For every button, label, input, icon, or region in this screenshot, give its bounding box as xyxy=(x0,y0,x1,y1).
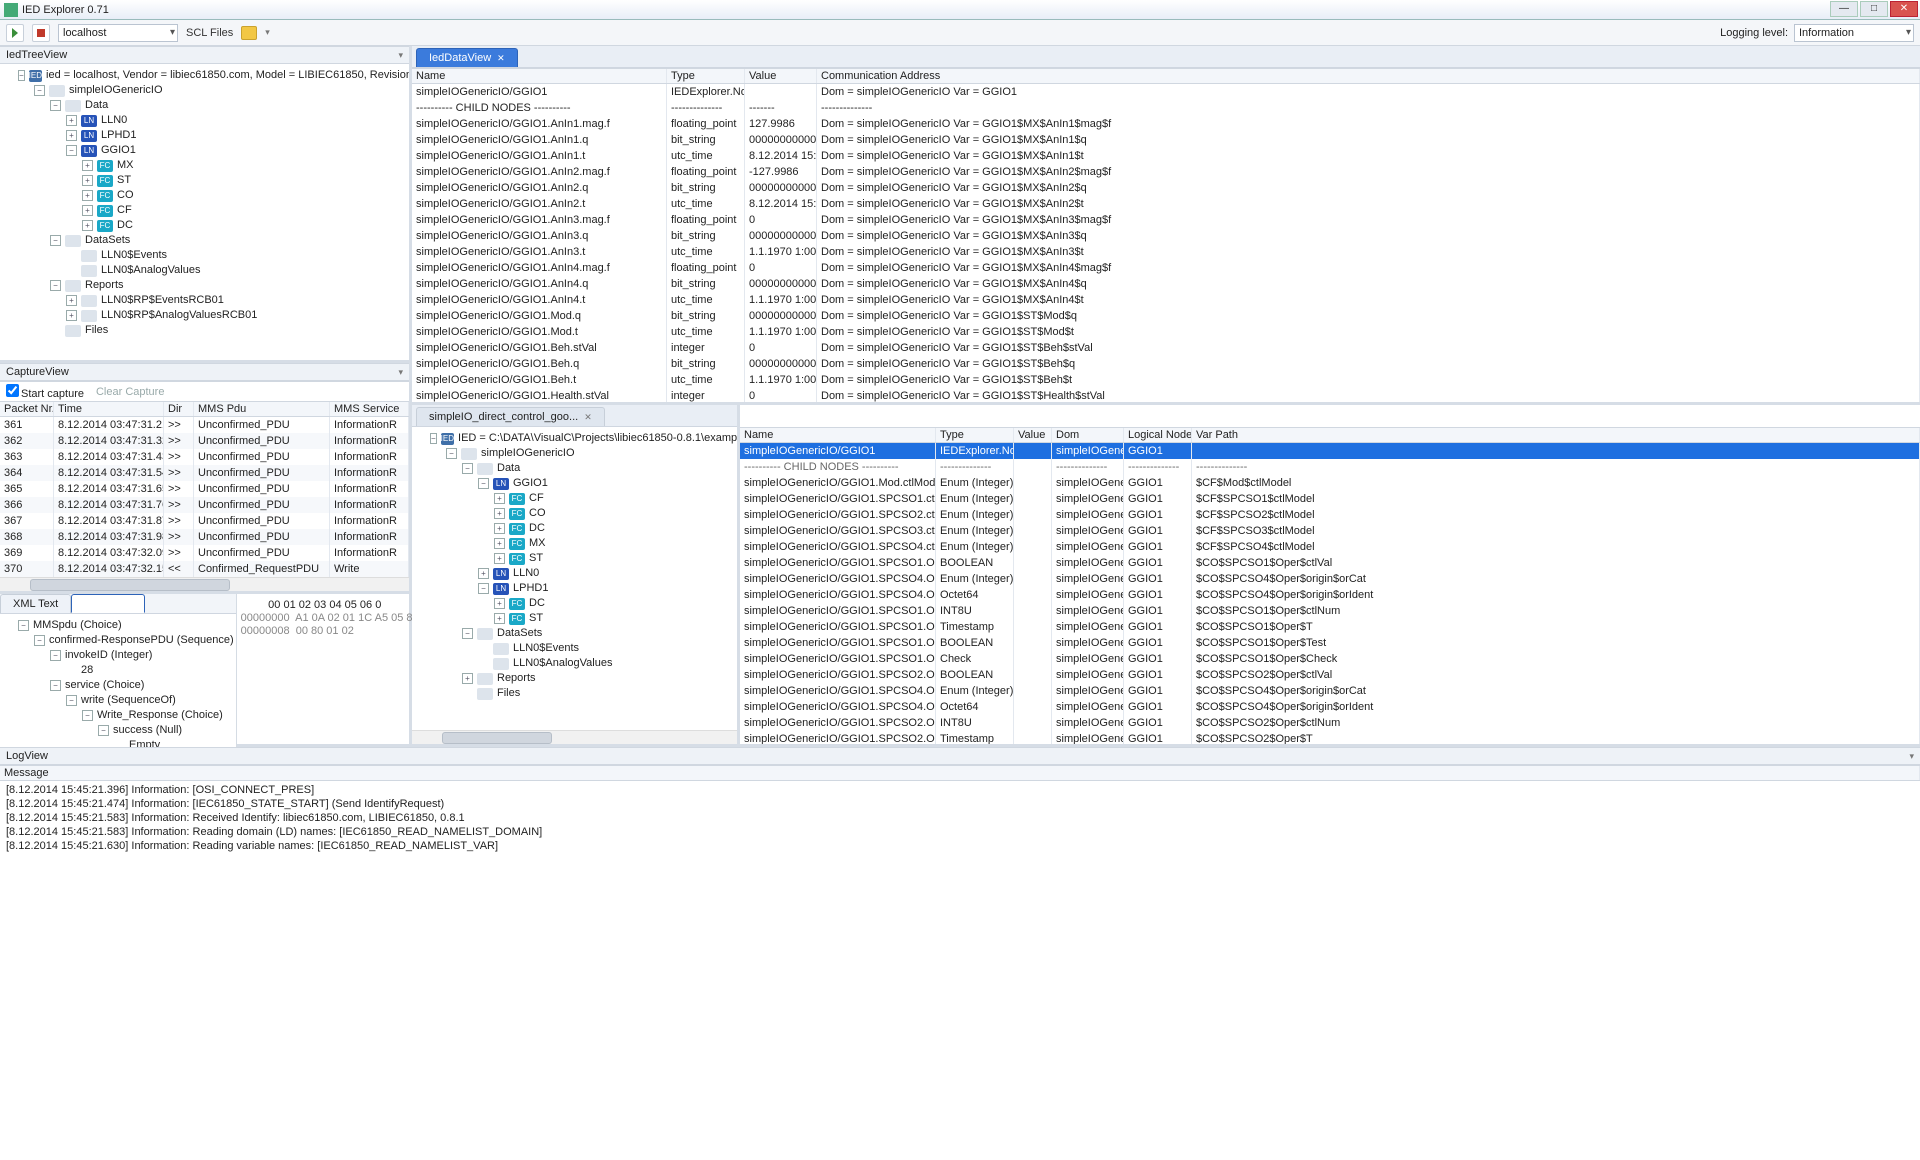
start-button[interactable] xyxy=(6,24,24,42)
scl-row[interactable]: simpleIOGenericIO/GGIO1.Mod.ctlModelEnum… xyxy=(740,475,1920,491)
scl-label: SCL Files xyxy=(186,27,233,39)
dataview-row[interactable]: simpleIOGenericIO/GGIO1.Beh.tutc_time1.1… xyxy=(412,372,1920,388)
scl-row[interactable]: simpleIOGenericIO/GGIO1.SPCSO2.ctlModelE… xyxy=(740,507,1920,523)
iedtree-title: IedTreeView▾ xyxy=(0,46,409,64)
hex-view: 00 01 02 03 04 05 06 0 00000000 A1 0A 02… xyxy=(237,594,417,763)
capture-row[interactable]: 3628.12.2014 03:47:31.328>>Unconfirmed_P… xyxy=(0,433,409,449)
scl-row[interactable]: simpleIOGenericIO/GGIO1.SPCSO1.Oper.ctlV… xyxy=(740,555,1920,571)
dataview-header: Name Type Value Communication Address xyxy=(412,68,1920,84)
xml-text-tab[interactable]: XML Text xyxy=(0,594,71,613)
maximize-button[interactable]: □ xyxy=(1860,1,1888,17)
scl-tab[interactable]: simpleIO_direct_control_goo...✕ xyxy=(416,407,605,426)
dropdown-icon[interactable]: ▾ xyxy=(265,27,270,38)
capture-row[interactable]: 3678.12.2014 03:47:31.874>>Unconfirmed_P… xyxy=(0,513,409,529)
dataview-row[interactable]: simpleIOGenericIO/GGIO1.AnIn1.tutc_time8… xyxy=(412,148,1920,164)
capture-hscroll[interactable] xyxy=(0,577,409,591)
dataview-row[interactable]: simpleIOGenericIO/GGIO1.AnIn1.qbit_strin… xyxy=(412,132,1920,148)
log-line: [8.12.2014 15:45:21.396] Information: [O… xyxy=(6,783,1914,797)
capture-row[interactable]: 3618.12.2014 03:47:31.219>>Unconfirmed_P… xyxy=(0,417,409,433)
scl-row[interactable]: simpleIOGenericIO/GGIO1.SPCSO1.Oper.ctlN… xyxy=(740,603,1920,619)
scl-tree-hscroll[interactable] xyxy=(412,730,737,744)
folder-icon[interactable] xyxy=(241,26,257,40)
log-line: [8.12.2014 15:45:21.583] Information: Re… xyxy=(6,825,1914,839)
xml-tree-tab[interactable]: XML Tree xyxy=(71,594,144,613)
dataview-row[interactable]: simpleIOGenericIO/GGIO1.Beh.stValinteger… xyxy=(412,340,1920,356)
stop-button[interactable] xyxy=(32,24,50,42)
minimize-button[interactable]: — xyxy=(1830,1,1858,17)
capture-row[interactable]: 3638.12.2014 03:47:31.437>>Unconfirmed_P… xyxy=(0,449,409,465)
capture-row[interactable]: 3698.12.2014 03:47:32.093>>Unconfirmed_P… xyxy=(0,545,409,561)
log-line: [8.12.2014 15:45:21.630] Information: Re… xyxy=(6,839,1914,853)
scl-row[interactable]: simpleIOGenericIO/GGIO1.SPCSO4.Oper.orig… xyxy=(740,699,1920,715)
clear-capture-button[interactable]: Clear Capture xyxy=(96,386,164,398)
dataview-row[interactable]: simpleIOGenericIO/GGIO1.Mod.tutc_time1.1… xyxy=(412,324,1920,340)
capture-grid[interactable]: 3618.12.2014 03:47:31.219>>Unconfirmed_P… xyxy=(0,417,409,577)
scl-grid[interactable]: ---------- CHILD NODES -----------------… xyxy=(740,459,1920,744)
stop-icon xyxy=(37,29,45,37)
scl-row[interactable]: simpleIOGenericIO/GGIO1.SPCSO2.Oper.TTim… xyxy=(740,731,1920,744)
dataview-row[interactable]: ---------- CHILD NODES -----------------… xyxy=(412,100,1920,116)
scl-grid-header: Name Type Value Dom Logical Node Var Pat… xyxy=(740,427,1920,443)
dataview-row[interactable]: simpleIOGenericIO/GGIO1.AnIn2.tutc_time8… xyxy=(412,196,1920,212)
logview-title: LogView▾ xyxy=(0,747,1920,765)
close-icon[interactable]: ✕ xyxy=(497,53,505,64)
capture-row[interactable]: 3688.12.2014 03:47:31.983>>Unconfirmed_P… xyxy=(0,529,409,545)
scl-row[interactable]: simpleIOGenericIO/GGIO1.SPCSO1.Oper.Chec… xyxy=(740,651,1920,667)
capture-row[interactable]: 3708.12.2014 03:47:32.155<<Confirmed_Req… xyxy=(0,561,409,577)
log-level-label: Logging level: xyxy=(1720,27,1788,39)
host-combo[interactable]: localhost xyxy=(58,24,178,42)
capture-title: CaptureView▾ xyxy=(0,363,409,381)
capture-row[interactable]: 3658.12.2014 03:47:31.656>>Unconfirmed_P… xyxy=(0,481,409,497)
capture-row[interactable]: 3648.12.2014 03:47:31.547>>Unconfirmed_P… xyxy=(0,465,409,481)
ied-tree[interactable]: −IEDied = localhost, Vendor = libiec6185… xyxy=(0,64,409,360)
dataview-row[interactable]: simpleIOGenericIO/GGIO1.AnIn3.mag.ffloat… xyxy=(412,212,1920,228)
xml-tree[interactable]: −MMSpdu (Choice) −confirmed-ResponsePDU … xyxy=(0,614,236,763)
ieddata-tab[interactable]: IedDataView✕ xyxy=(416,48,518,67)
close-icon[interactable]: ✕ xyxy=(584,412,592,423)
scl-row[interactable]: simpleIOGenericIO/GGIO1.SPCSO1.Oper.Test… xyxy=(740,635,1920,651)
close-button[interactable]: ✕ xyxy=(1890,1,1918,17)
dataview-row[interactable]: simpleIOGenericIO/GGIO1.AnIn4.mag.ffloat… xyxy=(412,260,1920,276)
scl-row[interactable]: ---------- CHILD NODES -----------------… xyxy=(740,459,1920,475)
scl-row[interactable]: simpleIOGenericIO/GGIO1.SPCSO1.Oper.TTim… xyxy=(740,619,1920,635)
dataview-row[interactable]: simpleIOGenericIO/GGIO1.AnIn2.mag.ffloat… xyxy=(412,164,1920,180)
dataview-row[interactable]: simpleIOGenericIO/GGIO1.AnIn3.qbit_strin… xyxy=(412,228,1920,244)
dataview-row[interactable]: simpleIOGenericIO/GGIO1.AnIn2.qbit_strin… xyxy=(412,180,1920,196)
main-toolbar: localhost SCL Files ▾ Logging level: Inf… xyxy=(0,20,1920,46)
scl-row[interactable]: simpleIOGenericIO/GGIO1.SPCSO2.Oper.ctlN… xyxy=(740,715,1920,731)
log-messages[interactable]: [8.12.2014 15:45:21.396] Information: [O… xyxy=(0,781,1920,868)
capture-row[interactable]: 3668.12.2014 03:47:31.765>>Unconfirmed_P… xyxy=(0,497,409,513)
scl-row[interactable]: simpleIOGenericIO/GGIO1.SPCSO4.Oper.orig… xyxy=(740,683,1920,699)
scl-row[interactable]: simpleIOGenericIO/GGIO1.SPCSO4.Oper.orig… xyxy=(740,571,1920,587)
dataview-row[interactable]: simpleIOGenericIO/GGIO1.AnIn4.qbit_strin… xyxy=(412,276,1920,292)
dataview-row[interactable]: simpleIOGenericIO/GGIO1.Health.stValinte… xyxy=(412,388,1920,402)
capture-grid-header: Packet Nr. Time Dir MMS Pdu MMS Service xyxy=(0,401,409,417)
scl-row[interactable]: simpleIOGenericIO/GGIO1.SPCSO2.Oper.ctlV… xyxy=(740,667,1920,683)
dataview-row[interactable]: simpleIOGenericIO/GGIO1IEDExplorer.Nod..… xyxy=(412,84,1920,100)
log-level-combo[interactable]: Information xyxy=(1794,24,1914,42)
scl-row-selected[interactable]: simpleIOGenericIO/GGIO1IEDExplorer.NodeL… xyxy=(740,443,1920,459)
scl-row[interactable]: simpleIOGenericIO/GGIO1.SPCSO4.ctlModelE… xyxy=(740,539,1920,555)
scl-tree[interactable]: −IEDIED = C:\DATA\VisualC\Projects\libie… xyxy=(412,427,737,730)
dataview-row[interactable]: simpleIOGenericIO/GGIO1.AnIn4.tutc_time1… xyxy=(412,292,1920,308)
start-capture-checkbox[interactable]: Start capture xyxy=(6,384,84,400)
app-icon xyxy=(4,3,18,17)
play-icon xyxy=(12,28,18,38)
log-line: [8.12.2014 15:45:21.474] Information: [I… xyxy=(6,797,1914,811)
window-title: IED Explorer 0.71 xyxy=(22,4,109,16)
dataview-grid[interactable]: simpleIOGenericIO/GGIO1IEDExplorer.Nod..… xyxy=(412,84,1920,402)
scl-row[interactable]: simpleIOGenericIO/GGIO1.SPCSO1.ctlModelE… xyxy=(740,491,1920,507)
titlebar: IED Explorer 0.71 — □ ✕ xyxy=(0,0,1920,20)
dataview-row[interactable]: simpleIOGenericIO/GGIO1.Beh.qbit_string0… xyxy=(412,356,1920,372)
log-header: Message xyxy=(0,766,1920,780)
dataview-row[interactable]: simpleIOGenericIO/GGIO1.Mod.qbit_string0… xyxy=(412,308,1920,324)
dataview-row[interactable]: simpleIOGenericIO/GGIO1.AnIn1.mag.ffloat… xyxy=(412,116,1920,132)
dataview-row[interactable]: simpleIOGenericIO/GGIO1.AnIn3.tutc_time1… xyxy=(412,244,1920,260)
scl-row[interactable]: simpleIOGenericIO/GGIO1.SPCSO3.ctlModelE… xyxy=(740,523,1920,539)
scl-row[interactable]: simpleIOGenericIO/GGIO1.SPCSO4.Oper.orig… xyxy=(740,587,1920,603)
log-line: [8.12.2014 15:45:21.583] Information: Re… xyxy=(6,811,1914,825)
